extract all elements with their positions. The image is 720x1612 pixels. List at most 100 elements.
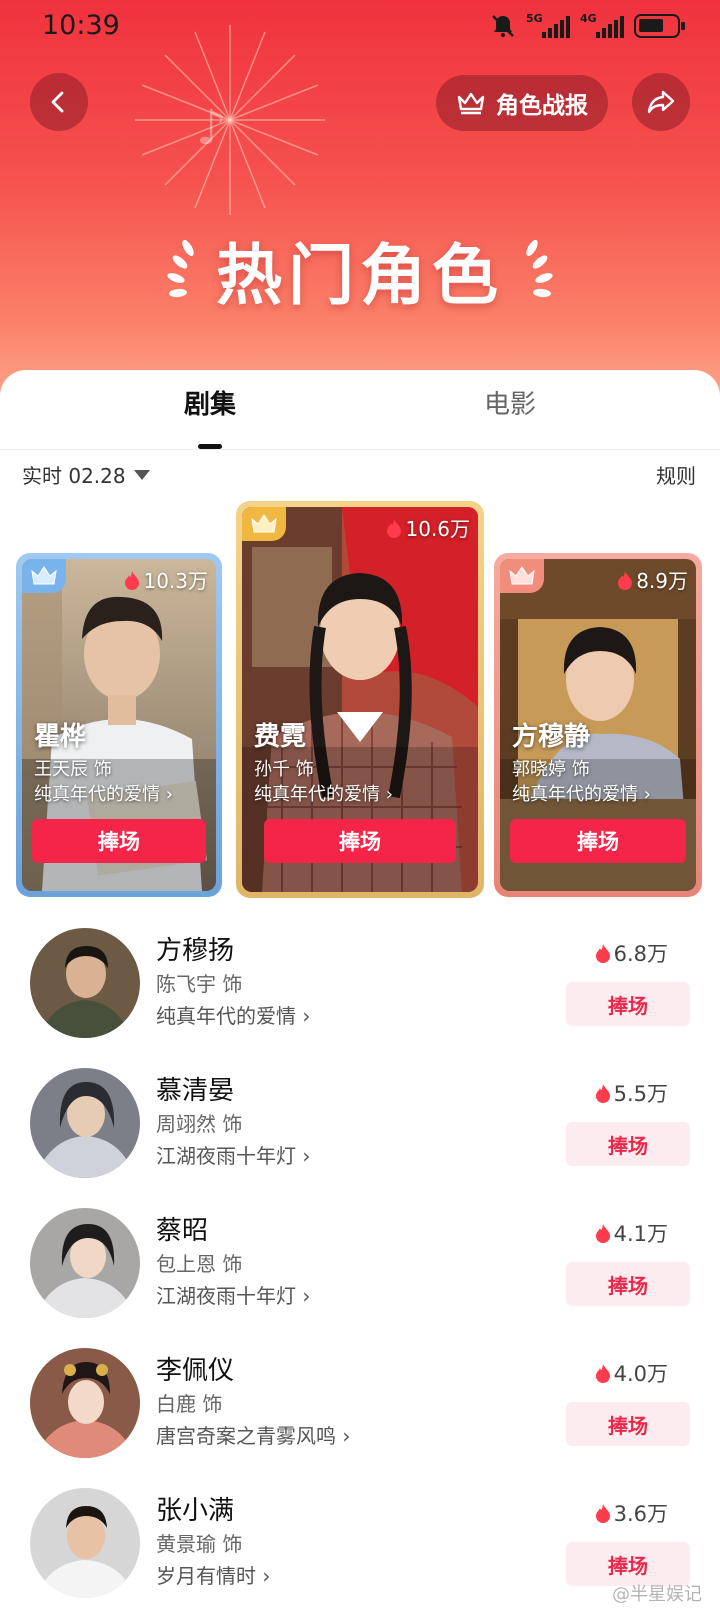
cheer-button[interactable]: 捧场 xyxy=(510,819,686,863)
drama-link[interactable]: 岁月有情时 › xyxy=(156,1560,270,1589)
caret-down-icon xyxy=(133,469,150,480)
drama-title: 唐宫奇案之青雾风鸣 xyxy=(156,1424,336,1448)
actor-name: 陈飞宇 饰 xyxy=(156,972,243,996)
status-time: 10:39 xyxy=(42,10,120,41)
top-card-rank-1[interactable]: 10.6万 费霓 孙千 饰 纯真年代的爱情 › 捧场 xyxy=(236,501,484,898)
title-row: 热门角色 xyxy=(0,225,720,315)
drama-title: 岁月有情时 xyxy=(156,1564,256,1588)
drama-link[interactable]: 纯真年代的爱情 › xyxy=(512,780,651,806)
drama-title: 江湖夜雨十年灯 xyxy=(156,1144,296,1168)
crown-icon xyxy=(251,514,277,533)
role-name: 慕清晏 xyxy=(156,1076,235,1106)
header-banner: ♪ 10:39 5G 4G 角色战报 热门角色 xyxy=(0,0,720,400)
rank-badge xyxy=(242,507,286,541)
list-item[interactable]: 慕清晏 周翊然 饰 江湖夜雨十年灯 › 5.5万 捧场 xyxy=(0,1068,720,1198)
rank-badge xyxy=(500,559,544,593)
actor-name: 包上恩 饰 xyxy=(156,1252,243,1276)
crown-icon xyxy=(509,566,535,585)
heat-count: 3.6万 xyxy=(595,1498,668,1528)
laurel-left-icon xyxy=(167,239,194,298)
role-name: 蔡昭 xyxy=(156,1216,209,1246)
cheer-button[interactable]: 捧场 xyxy=(566,1402,690,1446)
drama-link[interactable]: 纯真年代的爱情 › xyxy=(34,780,173,806)
actor-name: 郭晓婷 饰 xyxy=(512,759,590,780)
drama-link[interactable]: 江湖夜雨十年灯 › xyxy=(156,1140,310,1169)
tab-bar: 剧集 电影 xyxy=(0,370,720,450)
chevron-right-icon: › xyxy=(302,1144,311,1168)
actor-name: 白鹿 饰 xyxy=(156,1392,223,1416)
tab-series[interactable]: 剧集 xyxy=(110,380,310,430)
heat-value: 10.6万 xyxy=(405,517,470,541)
avatar[interactable] xyxy=(30,1208,140,1318)
role-name: 方穆扬 xyxy=(156,936,235,966)
flame-icon xyxy=(595,1504,610,1523)
flame-icon xyxy=(387,518,402,538)
top-card-rank-3[interactable]: 8.9万 方穆静 郭晓婷 饰 纯真年代的爱情 › 捧场 xyxy=(494,553,702,897)
share-button[interactable] xyxy=(632,73,690,131)
role-report-button[interactable]: 角色战报 xyxy=(436,75,608,131)
role-name: 瞿桦 xyxy=(34,722,87,752)
top-card-rank-2[interactable]: 10.3万 瞿桦 王天辰 饰 纯真年代的爱情 › 捧场 xyxy=(16,553,222,897)
drama-link[interactable]: 纯真年代的爱情 › xyxy=(254,780,393,806)
chevron-right-icon: › xyxy=(342,1424,351,1448)
heat-value: 5.5万 xyxy=(613,1082,668,1106)
drama-link[interactable]: 唐宫奇案之青雾风鸣 › xyxy=(156,1420,350,1449)
cheer-button[interactable]: 捧场 xyxy=(566,1122,690,1166)
drama-title: 江湖夜雨十年灯 xyxy=(156,1284,296,1308)
rank-badge xyxy=(22,559,66,593)
actor-name: 孙千 饰 xyxy=(254,759,314,780)
watermark-text: @半星娱记 xyxy=(612,1584,702,1605)
drama-title: 纯真年代的爱情 xyxy=(156,1004,296,1028)
heat-count: 4.1万 xyxy=(595,1218,668,1248)
chevron-right-icon: › xyxy=(262,1564,271,1588)
cheer-button[interactable]: 捧场 xyxy=(32,819,206,863)
signal-5g-icon: 5G xyxy=(526,12,570,40)
drama-title: 纯真年代的爱情 xyxy=(34,784,160,805)
heat-count: 5.5万 xyxy=(595,1078,668,1108)
heat-count: 10.6万 xyxy=(386,513,470,542)
tab-active-indicator xyxy=(198,444,222,449)
role-name: 张小满 xyxy=(156,1496,235,1526)
avatar[interactable] xyxy=(30,1348,140,1458)
actor-name: 黄景瑜 饰 xyxy=(156,1532,243,1556)
flame-icon xyxy=(595,1084,610,1103)
flame-icon xyxy=(125,570,140,590)
heat-count: 6.8万 xyxy=(595,938,668,968)
drama-link[interactable]: 纯真年代的爱情 › xyxy=(156,1000,310,1029)
status-icons: 5G 4G xyxy=(490,12,685,40)
role-report-label: 角色战报 xyxy=(496,93,588,119)
heat-value: 6.8万 xyxy=(613,942,668,966)
crown-icon xyxy=(457,92,485,115)
tab-movie[interactable]: 电影 xyxy=(410,380,610,430)
list-item[interactable]: 李佩仪 白鹿 饰 唐宫奇案之青雾风鸣 › 4.0万 捧场 xyxy=(0,1348,720,1478)
avatar[interactable] xyxy=(30,1488,140,1598)
time-filter-dropdown[interactable]: 实时 02.28 xyxy=(22,460,150,489)
list-item[interactable]: 方穆扬 陈飞宇 饰 纯真年代的爱情 › 6.8万 捧场 xyxy=(0,928,720,1058)
avatar[interactable] xyxy=(30,1068,140,1178)
chevron-right-icon: › xyxy=(643,784,651,805)
heat-count: 10.3万 xyxy=(124,565,208,594)
role-name: 李佩仪 xyxy=(156,1356,235,1386)
laurel-right-icon xyxy=(526,239,553,298)
avatar[interactable] xyxy=(30,928,140,1038)
share-arrow-icon xyxy=(647,90,675,114)
bell-muted-icon xyxy=(492,15,514,37)
heat-value: 4.1万 xyxy=(613,1222,668,1246)
time-filter-label: 实时 02.28 xyxy=(22,464,126,488)
cheer-button[interactable]: 捧场 xyxy=(566,982,690,1026)
actor-name: 王天辰 饰 xyxy=(34,759,112,780)
signal-4g-icon: 4G xyxy=(580,12,624,40)
heat-value: 3.6万 xyxy=(613,1502,668,1526)
list-item[interactable]: 蔡昭 包上恩 饰 江湖夜雨十年灯 › 4.1万 捧场 xyxy=(0,1208,720,1338)
drama-title: 纯真年代的爱情 xyxy=(512,784,638,805)
page-title: 热门角色 xyxy=(216,237,504,314)
rules-link[interactable]: 规则 xyxy=(656,460,696,489)
back-button[interactable] xyxy=(30,73,88,131)
flame-icon xyxy=(595,1364,610,1383)
cheer-button[interactable]: 捧场 xyxy=(566,1262,690,1306)
drama-link[interactable]: 江湖夜雨十年灯 › xyxy=(156,1280,310,1309)
heat-value: 4.0万 xyxy=(613,1362,668,1386)
heat-count: 8.9万 xyxy=(617,565,688,594)
cheer-button[interactable]: 捧场 xyxy=(264,819,456,863)
role-name: 费霓 xyxy=(254,722,307,752)
